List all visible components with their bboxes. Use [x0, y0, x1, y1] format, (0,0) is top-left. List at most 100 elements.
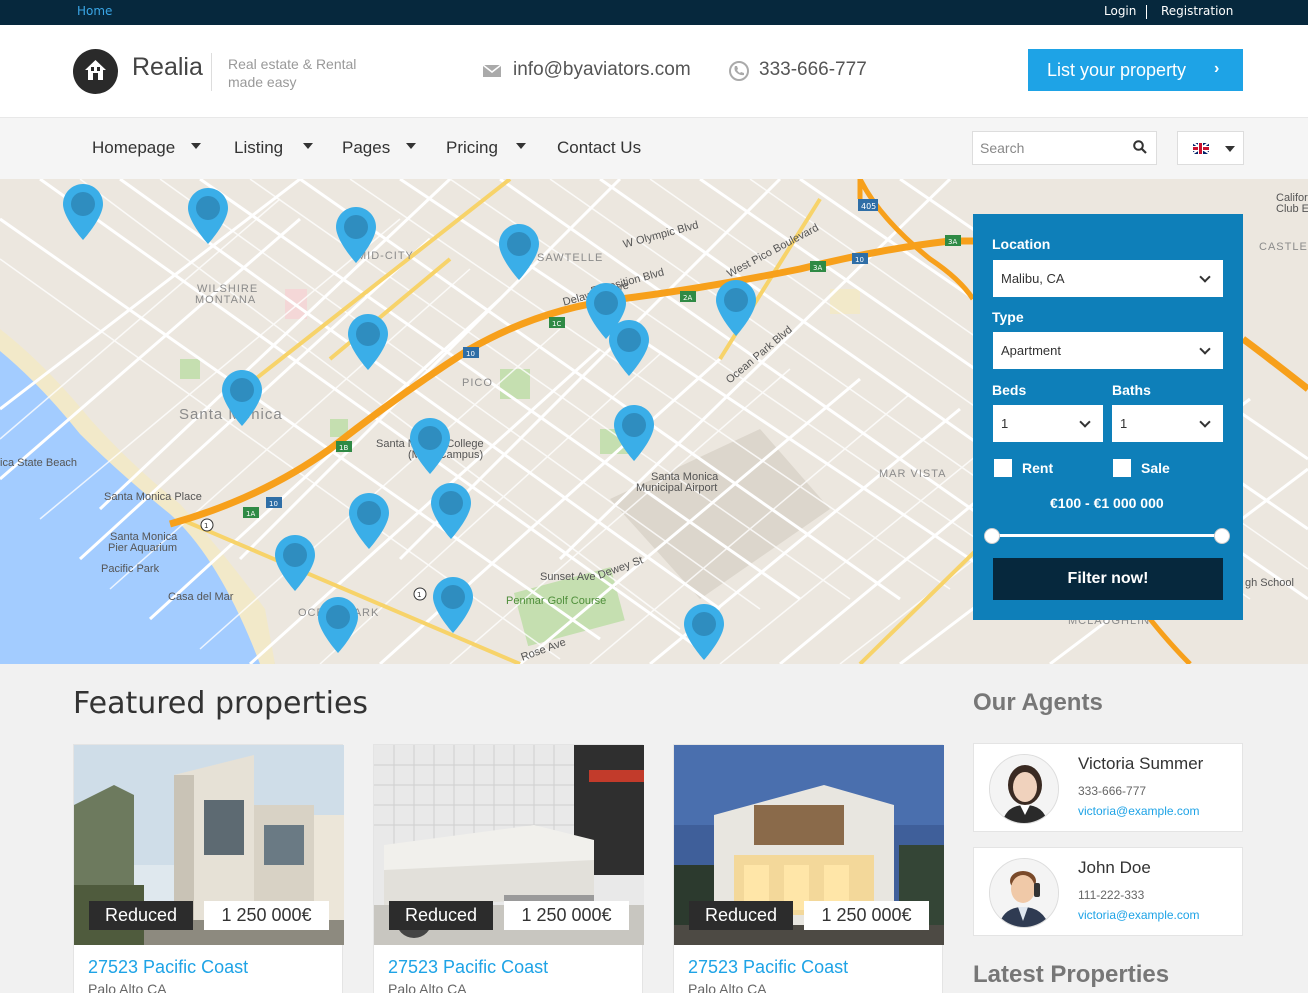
- beds-label: Beds: [992, 382, 1027, 398]
- home-link[interactable]: Home: [77, 4, 112, 18]
- registration-link[interactable]: Registration: [1161, 4, 1233, 18]
- search-icon[interactable]: [1133, 140, 1147, 154]
- featured-properties-heading: Featured properties: [73, 686, 369, 721]
- search-box: [972, 131, 1157, 165]
- nav-item-homepage[interactable]: Homepage: [92, 138, 201, 158]
- property-location: Palo Alto CA: [688, 981, 767, 993]
- agent-card[interactable]: Victoria Summer 333-666-777 victoria@exa…: [973, 743, 1243, 832]
- type-select[interactable]: Apartment: [993, 332, 1223, 369]
- caret-down-icon: [1225, 146, 1235, 152]
- property-title[interactable]: 27523 Pacific Coast: [388, 957, 548, 978]
- reduced-badge: Reduced: [689, 901, 793, 930]
- search-input[interactable]: [973, 132, 1123, 164]
- map-pin[interactable]: [222, 370, 262, 426]
- property-image[interactable]: Reduced 1 250 000€: [374, 745, 644, 945]
- property-title[interactable]: 27523 Pacific Coast: [688, 957, 848, 978]
- map-pin[interactable]: [684, 604, 724, 660]
- map-label: CASTLE: [1259, 241, 1308, 253]
- map-pin[interactable]: [336, 207, 376, 263]
- map-pin[interactable]: [499, 224, 539, 280]
- nav-item-label: Pages: [342, 138, 391, 157]
- filter-now-button[interactable]: Filter now!: [993, 558, 1223, 600]
- map-label: MAR VISTA: [879, 468, 947, 480]
- baths-select[interactable]: 1: [1112, 405, 1223, 442]
- nav-item-label: Contact Us: [557, 138, 642, 157]
- map-pin[interactable]: [433, 577, 473, 633]
- login-link[interactable]: Login: [1104, 4, 1136, 18]
- property-title[interactable]: 27523 Pacific Coast: [88, 957, 248, 978]
- beds-value: 1: [1001, 416, 1009, 431]
- agent-photo: [990, 859, 1058, 927]
- svg-text:10: 10: [466, 350, 475, 358]
- property-image[interactable]: Reduced 1 250 000€: [674, 745, 944, 945]
- property-image[interactable]: Reduced 1 250 000€: [74, 745, 344, 945]
- contact-phone[interactable]: 333-666-777: [759, 59, 867, 81]
- list-property-button[interactable]: List your property ›: [1028, 49, 1243, 91]
- agent-name[interactable]: John Doe: [1078, 858, 1151, 878]
- logo[interactable]: [73, 49, 118, 94]
- svg-text:405: 405: [861, 202, 876, 211]
- map-pin[interactable]: [318, 597, 358, 653]
- map-label: SAWTELLE: [537, 252, 604, 264]
- map-pin[interactable]: [275, 535, 315, 591]
- svg-text:2A: 2A: [683, 294, 692, 302]
- nav-item-listing[interactable]: Listing: [234, 138, 313, 158]
- svg-text:10: 10: [269, 500, 278, 508]
- map-label: Pier Aquarium: [108, 542, 178, 554]
- reduced-badge: Reduced: [89, 901, 193, 930]
- contact-email[interactable]: info@byaviators.com: [513, 59, 691, 81]
- nav-item-label: Listing: [234, 138, 284, 157]
- tagline: Real estate & Rental made easy: [228, 56, 357, 90]
- property-card[interactable]: Reduced 1 250 000€ 27523 Pacific Coast P…: [73, 744, 344, 993]
- agent-email[interactable]: victoria@example.com: [1078, 908, 1200, 922]
- property-card[interactable]: Reduced 1 250 000€ 27523 Pacific Coast P…: [373, 744, 644, 993]
- map-label: PICO: [462, 377, 493, 389]
- uk-flag-icon: [1193, 143, 1209, 154]
- map-pin[interactable]: [348, 314, 388, 370]
- agent-card[interactable]: John Doe 111-222-333 victoria@example.co…: [973, 847, 1243, 936]
- nav-item-pricing[interactable]: Pricing: [446, 138, 526, 158]
- top-bar: Home Login Registration: [0, 0, 1308, 25]
- map-pin[interactable]: [614, 405, 654, 461]
- nav-item-pages[interactable]: Pages: [342, 138, 416, 158]
- nav-item-contact-us[interactable]: Contact Us: [557, 138, 641, 158]
- map-pin[interactable]: [63, 184, 103, 240]
- price-slider-max-handle[interactable]: [1214, 528, 1230, 544]
- svg-text:1: 1: [417, 591, 421, 599]
- baths-value: 1: [1120, 416, 1128, 431]
- svg-text:1C: 1C: [552, 320, 561, 328]
- beds-select[interactable]: 1: [993, 405, 1103, 442]
- property-card[interactable]: Reduced 1 250 000€ 27523 Pacific Coast P…: [673, 744, 944, 993]
- rent-label: Rent: [1022, 460, 1054, 476]
- avatar[interactable]: [989, 858, 1059, 928]
- sale-label: Sale: [1141, 460, 1170, 476]
- agent-email[interactable]: victoria@example.com: [1078, 804, 1200, 818]
- language-selector[interactable]: [1177, 131, 1244, 165]
- latest-properties-heading: Latest Properties: [973, 961, 1170, 988]
- svg-text:3A: 3A: [948, 238, 957, 246]
- location-select[interactable]: Malibu, CA: [993, 260, 1223, 297]
- phone-icon: [729, 61, 749, 81]
- map-label: Municipal Airport: [636, 482, 718, 494]
- price-badge: 1 250 000€: [804, 901, 929, 930]
- map-pin[interactable]: [716, 280, 756, 336]
- map-label: Pacific Park: [101, 563, 160, 575]
- rent-checkbox[interactable]: [994, 459, 1012, 477]
- map-pin[interactable]: [188, 188, 228, 244]
- our-agents-heading: Our Agents: [973, 689, 1103, 716]
- agent-name[interactable]: Victoria Summer: [1078, 754, 1203, 774]
- price-slider-track[interactable]: [993, 534, 1223, 537]
- avatar[interactable]: [989, 754, 1059, 824]
- price-slider-min-handle[interactable]: [984, 528, 1000, 544]
- brand-name[interactable]: Realia: [132, 53, 203, 82]
- map-pin[interactable]: [609, 320, 649, 376]
- map-pin[interactable]: [410, 418, 450, 474]
- map-pin[interactable]: [349, 493, 389, 549]
- map-pin[interactable]: [431, 483, 471, 539]
- property-location: Palo Alto CA: [388, 981, 467, 993]
- type-value: Apartment: [1001, 343, 1061, 358]
- nav-item-label: Homepage: [92, 138, 176, 157]
- chevron-down-icon: [1199, 416, 1211, 428]
- sale-checkbox[interactable]: [1113, 459, 1131, 477]
- property-filter-panel: Location Malibu, CA Type Apartment Beds …: [973, 214, 1243, 620]
